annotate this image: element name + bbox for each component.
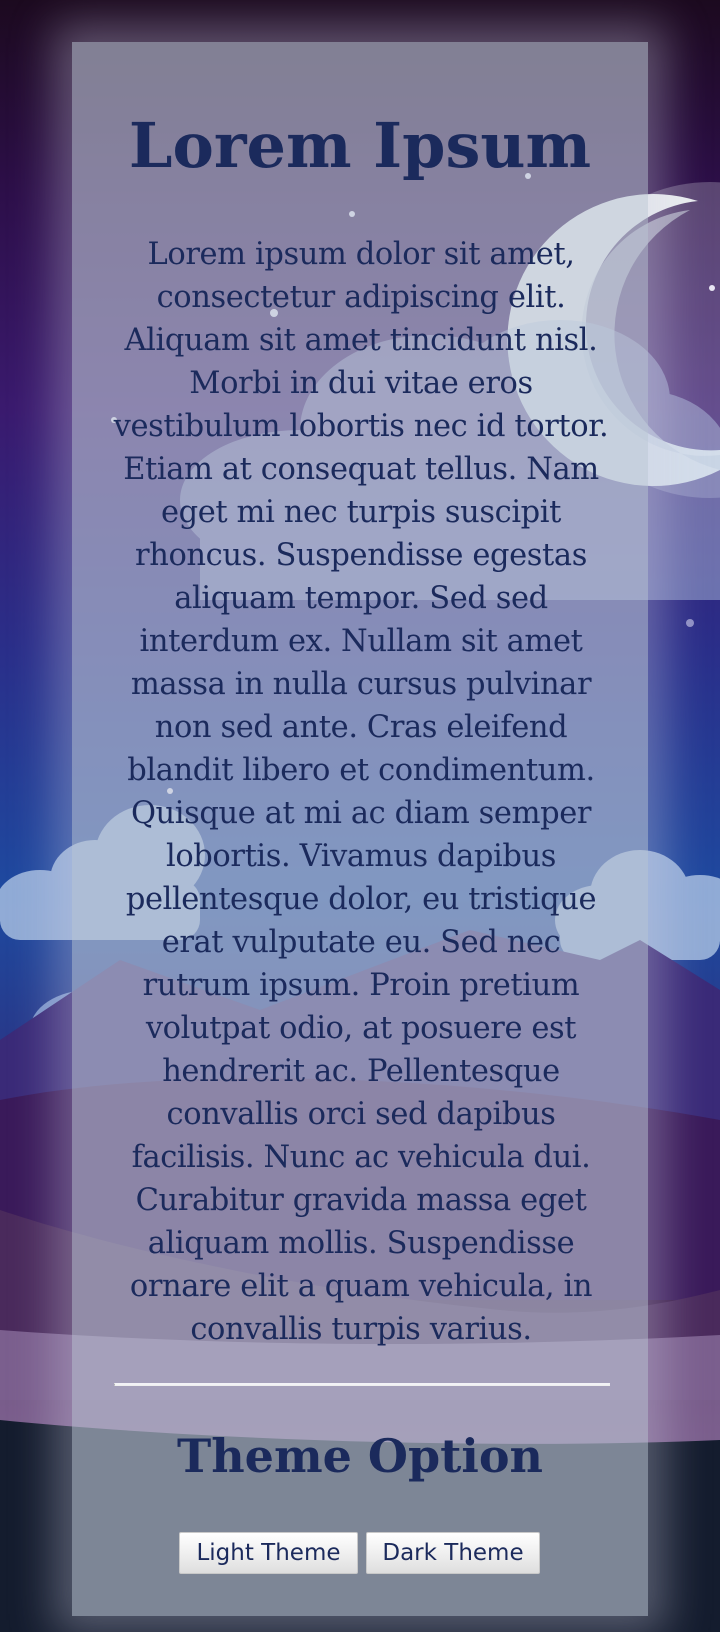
light-theme-button[interactable]: Light Theme bbox=[179, 1532, 358, 1574]
dark-theme-button[interactable]: Dark Theme bbox=[366, 1532, 540, 1574]
body-paragraph: Lorem ipsum dolor sit amet, consectetur … bbox=[113, 237, 609, 1347]
page-title: Lorem Ipsum bbox=[128, 109, 592, 182]
theme-option-heading: Theme Option bbox=[177, 1429, 543, 1483]
section-divider bbox=[114, 1383, 610, 1386]
